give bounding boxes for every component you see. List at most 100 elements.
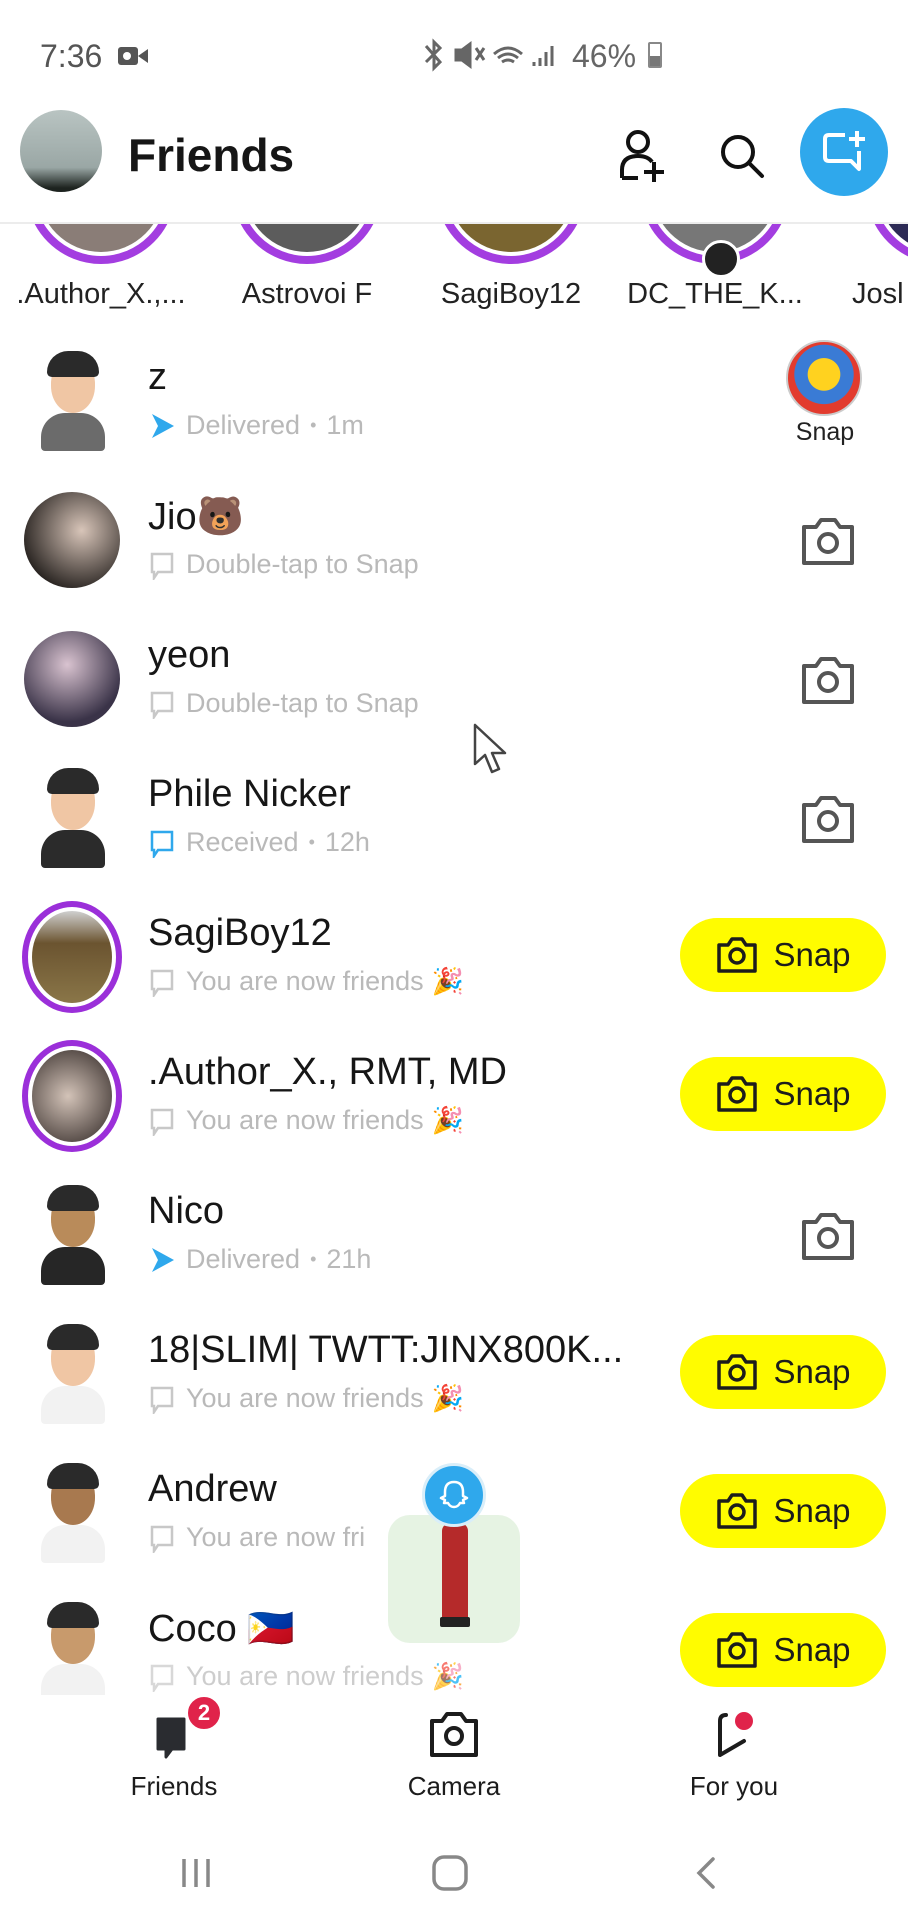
friend-avatar [22,624,122,734]
home-button[interactable] [420,1848,480,1898]
friend-row[interactable]: Nico Delivered • 21h [0,1168,908,1307]
received-chat-icon [150,830,174,858]
nav-friends[interactable]: 2 Friends [84,1695,264,1805]
status-time: 7:36 [40,38,103,74]
friend-row[interactable]: z Delivered • 1m Snap [0,334,908,473]
camera-icon[interactable] [798,513,858,569]
friend-status: You are now fri [148,1522,365,1553]
friend-row[interactable]: 18|SLIM| TWTT:JINX800K... You are now fr… [0,1307,908,1446]
recent-apps-button[interactable] [166,1848,226,1898]
chat-bubble-icon [150,1525,174,1553]
snap-sticker[interactable] [786,340,862,416]
friend-row[interactable]: Jio🐻 Double-tap to Snap [0,473,908,612]
camera-icon[interactable] [798,1208,858,1264]
snap-button[interactable]: Snap [680,1474,886,1548]
search-button[interactable] [712,126,772,186]
friend-name: Jio🐻 [148,496,244,538]
bitmoji-figure [442,1523,468,1621]
story-ring [436,224,586,264]
status-bar: 7:36 46% [0,0,908,110]
friend-status: You are now friends 🎉 [148,966,464,997]
battery-percent: 46% [572,38,637,74]
friend-name: z [148,356,167,398]
friend-avatar [22,1040,122,1152]
add-friend-button[interactable] [612,126,672,186]
friend-status: You are now friends 🎉 [148,1383,464,1414]
friend-name: Andrew [148,1468,277,1510]
chat-bubble-icon [150,552,174,580]
snap-button[interactable]: Snap [680,1335,886,1409]
friend-status: Delivered • 21h [148,1244,371,1275]
friend-name: Nico [148,1190,225,1232]
friend-avatar [22,1180,122,1290]
profile-avatar[interactable] [20,110,102,192]
new-chat-icon [823,131,865,171]
friend-avatar [22,346,122,456]
camera-icon [430,1712,478,1757]
stories-strip: .Author_X.,... Astrovoi F SagiBoy12 DC_T… [0,224,908,334]
search-icon [721,135,764,178]
story-mini-avatar [702,240,740,278]
friend-avatar [22,1319,122,1429]
chat-bubble-icon [150,691,174,719]
nav-label: Friends [130,1771,218,1801]
back-button[interactable] [676,1848,736,1898]
mouse-cursor-icon [473,723,507,774]
friend-row[interactable]: SagiBoy12 You are now friends 🎉 Snap [0,890,908,1029]
delivered-arrow-icon [152,1247,174,1272]
snap-button[interactable]: Snap [680,1613,886,1687]
friend-row[interactable]: Phile Nicker Received • 12h [0,751,908,890]
header: Friends [0,108,908,222]
chat-bubble-icon [150,1108,174,1136]
nav-label: For you [689,1771,779,1801]
friend-status: Double-tap to Snap [148,549,419,580]
home-icon [432,1855,468,1891]
nav-camera[interactable]: Camera [364,1695,544,1805]
friend-name: Coco 🇵🇭 [148,1608,295,1650]
story-ring [26,224,176,264]
story-ring [232,224,382,264]
story-name: Josl [852,278,904,310]
friend-avatar [22,485,122,595]
camera-icon[interactable] [798,652,858,708]
ghost-icon [439,1480,469,1509]
new-chat-button[interactable] [800,108,888,196]
friend-row[interactable]: .Author_X., RMT, MD You are now friends 🎉… [0,1029,908,1168]
friend-name: yeon [148,634,231,676]
friend-name: 18|SLIM| TWTT:JINX800K... [148,1329,624,1371]
story-name: SagiBoy12 [440,278,582,310]
party-popper-icon: 🎉 [431,966,465,996]
camera-icon [717,937,758,973]
chat-bubble-icon [150,1664,174,1692]
snap-sticker-label: Snap [795,418,855,446]
friend-name: .Author_X., RMT, MD [148,1051,507,1093]
camera-icon[interactable] [798,791,858,847]
bitmoji-feet [440,1617,470,1627]
friend-avatar [22,763,122,873]
friend-name: Phile Nicker [148,773,351,815]
friend-status: Double-tap to Snap [148,688,419,719]
party-popper-icon: 🎉 [431,1661,465,1691]
screen-record-icon [118,47,148,65]
recent-apps-icon [182,1859,210,1887]
party-popper-icon: 🎉 [431,1105,465,1135]
nav-for-you[interactable]: For you [644,1695,824,1805]
friend-name: SagiBoy12 [148,912,332,954]
friend-avatar [22,1458,122,1568]
friend-status: You are now friends 🎉 [148,1105,464,1136]
page-title: Friends [128,129,295,181]
snap-button[interactable]: Snap [680,918,886,992]
floating-bitmoji-overlay[interactable] [388,1463,520,1643]
friend-avatar [22,1597,122,1707]
camera-icon [717,1076,758,1112]
friend-row[interactable]: yeon Double-tap to Snap [0,612,908,751]
party-popper-icon: 🎉 [431,1383,465,1413]
bottom-nav: 2 Friends Camera For you [0,1695,908,1805]
snap-button[interactable]: Snap [680,1057,886,1131]
friend-status: Received • 12h [148,827,370,858]
chat-bubble-icon [150,969,174,997]
system-nav-bar [0,1830,908,1920]
nav-label: Camera [407,1771,501,1801]
spotlight-icon [718,1712,753,1757]
camera-icon [717,1354,758,1390]
